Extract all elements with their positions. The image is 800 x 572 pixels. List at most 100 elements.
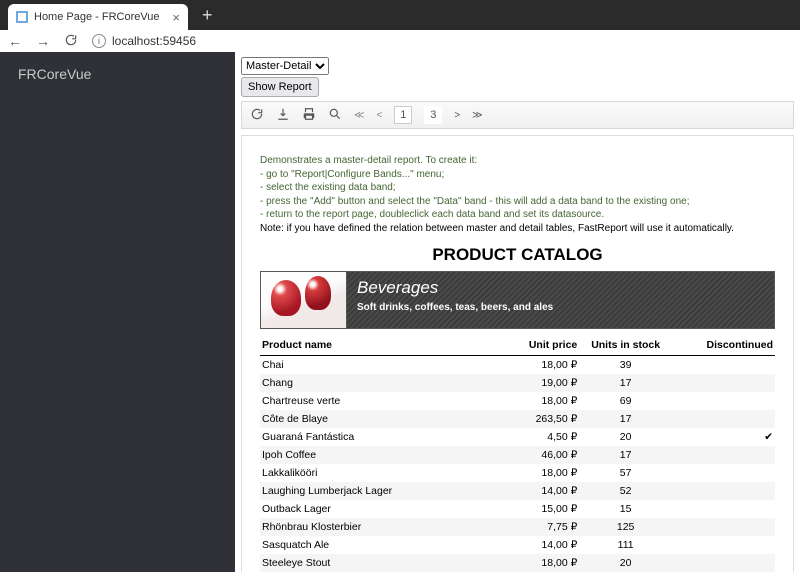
refresh-icon[interactable] <box>250 107 264 124</box>
table-row: Steeleye Stout18,00 ₽20 <box>260 554 775 572</box>
site-info-icon[interactable]: i <box>92 34 106 48</box>
report-description: Demonstrates a master-detail report. To … <box>260 154 775 235</box>
first-page-icon[interactable]: ≪ <box>354 110 364 121</box>
zoom-icon[interactable] <box>328 107 342 124</box>
show-report-button[interactable]: Show Report <box>241 77 319 97</box>
table-row: Outback Lager15,00 ₽15 <box>260 500 775 518</box>
forward-button[interactable]: → <box>36 33 50 49</box>
category-name: Beverages <box>357 278 553 298</box>
cell-stock: 15 <box>579 500 672 518</box>
cell-price: 263,50 ₽ <box>487 410 580 428</box>
cell-price: 18,00 ₽ <box>487 392 580 410</box>
new-tab-button[interactable]: + <box>188 5 223 30</box>
table-row: Ipoh Coffee46,00 ₽17 <box>260 446 775 464</box>
table-row: Guaraná Fantástica4,50 ₽20✔ <box>260 428 775 446</box>
cell-name: Steeleye Stout <box>260 554 487 572</box>
cell-stock: 111 <box>579 536 672 554</box>
category-thumb <box>261 272 347 328</box>
cell-stock: 39 <box>579 356 672 375</box>
table-row: Chang19,00 ₽17 <box>260 374 775 392</box>
cell-disc <box>672 410 775 428</box>
cell-disc <box>672 500 775 518</box>
tab-favicon <box>16 11 28 23</box>
cell-price: 4,50 ₽ <box>487 428 580 446</box>
cell-stock: 69 <box>579 392 672 410</box>
cell-name: Lakkalikööri <box>260 464 487 482</box>
cell-name: Ipoh Coffee <box>260 446 487 464</box>
cell-disc <box>672 536 775 554</box>
product-table: Product nameUnit priceUnits in stockDisc… <box>260 335 775 572</box>
report-select[interactable]: Master-Detail <box>241 57 329 75</box>
cell-name: Sasquatch Ale <box>260 536 487 554</box>
cell-price: 15,00 ₽ <box>487 500 580 518</box>
browser-tab[interactable]: Home Page - FRCoreVue × <box>8 4 188 30</box>
tab-close-icon[interactable]: × <box>172 10 180 25</box>
table-row: Sasquatch Ale14,00 ₽111 <box>260 536 775 554</box>
page-current[interactable]: 1 <box>394 106 412 124</box>
browser-chrome: Home Page - FRCoreVue × + ← → i localhos… <box>0 0 800 52</box>
cell-disc <box>672 374 775 392</box>
category-desc: Soft drinks, coffees, teas, beers, and a… <box>357 302 553 313</box>
cell-name: Laughing Lumberjack Lager <box>260 482 487 500</box>
cell-name: Chai <box>260 356 487 375</box>
sidebar: FRCoreVue <box>0 52 235 572</box>
back-button[interactable]: ← <box>8 33 22 49</box>
cell-price: 14,00 ₽ <box>487 482 580 500</box>
print-icon[interactable] <box>302 107 316 124</box>
next-page-icon[interactable]: > <box>454 110 460 121</box>
cell-name: Rhönbrau Klosterbier <box>260 518 487 536</box>
cell-name: Guaraná Fantástica <box>260 428 487 446</box>
last-page-icon[interactable]: ≫ <box>472 110 482 121</box>
cell-disc <box>672 464 775 482</box>
cell-disc <box>672 356 775 375</box>
table-row: Chartreuse verte18,00 ₽69 <box>260 392 775 410</box>
cell-name: Chartreuse verte <box>260 392 487 410</box>
cell-price: 7,75 ₽ <box>487 518 580 536</box>
cell-stock: 17 <box>579 446 672 464</box>
reload-button[interactable] <box>64 33 78 50</box>
cell-price: 18,00 ₽ <box>487 464 580 482</box>
table-row: Côte de Blaye263,50 ₽17 <box>260 410 775 428</box>
col-name: Product name <box>260 335 487 356</box>
download-icon[interactable] <box>276 107 290 124</box>
cell-name: Chang <box>260 374 487 392</box>
cell-stock: 17 <box>579 410 672 428</box>
cell-disc <box>672 482 775 500</box>
category-banner: Beverages Soft drinks, coffees, teas, bee… <box>260 271 775 329</box>
cell-stock: 52 <box>579 482 672 500</box>
table-row: Lakkalikööri18,00 ₽57 <box>260 464 775 482</box>
table-row: Chai18,00 ₽39 <box>260 356 775 375</box>
cell-price: 46,00 ₽ <box>487 446 580 464</box>
cell-stock: 17 <box>579 374 672 392</box>
cell-stock: 57 <box>579 464 672 482</box>
cell-stock: 125 <box>579 518 672 536</box>
cell-stock: 20 <box>579 428 672 446</box>
prev-page-icon[interactable]: < <box>376 110 382 121</box>
cell-stock: 20 <box>579 554 672 572</box>
cell-name: Outback Lager <box>260 500 487 518</box>
cell-price: 18,00 ₽ <box>487 554 580 572</box>
cell-price: 14,00 ₽ <box>487 536 580 554</box>
col-disc: Discontinued <box>672 335 775 356</box>
report-viewer[interactable]: Demonstrates a master-detail report. To … <box>241 135 794 572</box>
cell-disc <box>672 446 775 464</box>
col-stock: Units in stock <box>579 335 672 356</box>
sidebar-brand[interactable]: FRCoreVue <box>18 66 217 82</box>
cell-disc: ✔ <box>672 428 775 446</box>
report-title: PRODUCT CATALOG <box>260 245 775 265</box>
tab-strip: Home Page - FRCoreVue × + <box>0 0 800 30</box>
tab-title: Home Page - FRCoreVue <box>34 11 166 23</box>
main-content: Master-Detail Show Report ≪ < 1 3 > ≫ De… <box>235 52 800 572</box>
col-price: Unit price <box>487 335 580 356</box>
table-row: Rhönbrau Klosterbier7,75 ₽125 <box>260 518 775 536</box>
viewer-toolbar: ≪ < 1 3 > ≫ <box>241 101 794 129</box>
cell-price: 19,00 ₽ <box>487 374 580 392</box>
cell-price: 18,00 ₽ <box>487 356 580 375</box>
url-box[interactable]: i localhost:59456 <box>92 34 196 48</box>
url-text: localhost:59456 <box>112 34 196 48</box>
address-bar: ← → i localhost:59456 <box>0 30 800 52</box>
cell-disc <box>672 392 775 410</box>
cell-disc <box>672 518 775 536</box>
cell-name: Côte de Blaye <box>260 410 487 428</box>
cell-disc <box>672 554 775 572</box>
